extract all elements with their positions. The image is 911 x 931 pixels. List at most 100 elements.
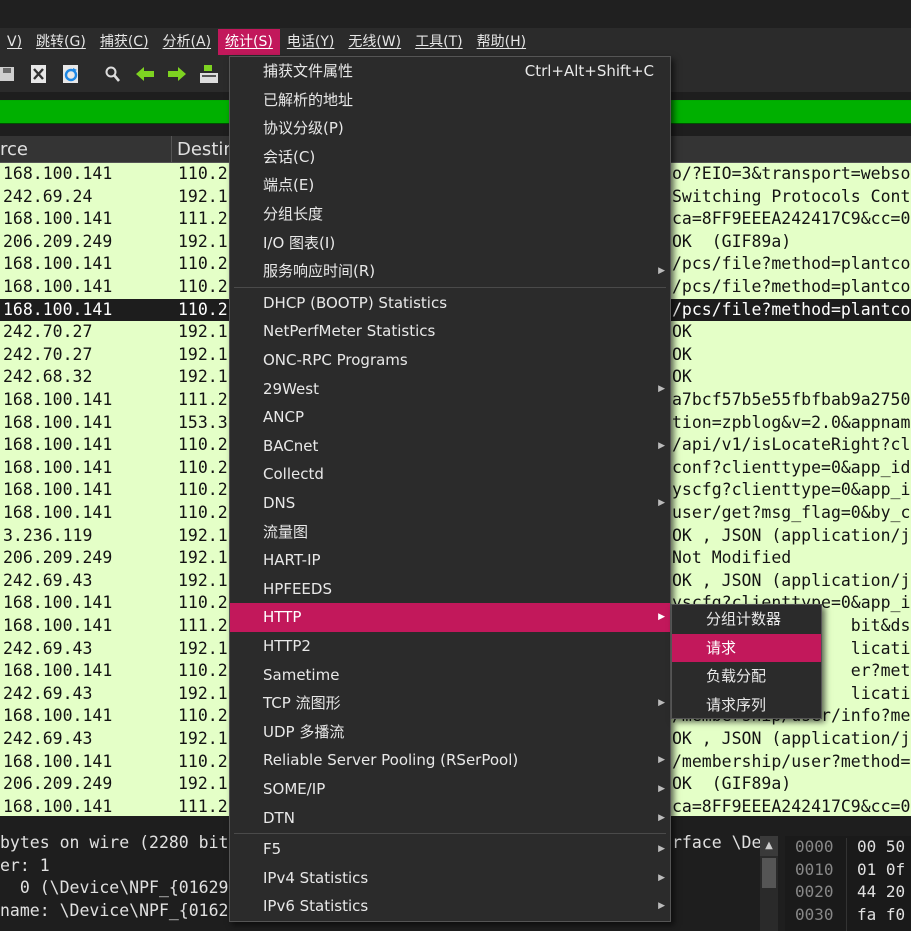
packet-destination: 110.2	[178, 457, 228, 477]
menu-item-label: 流量图	[263, 522, 309, 541]
detail-text: name: \Device\NPF_{0162	[0, 900, 229, 920]
menu-7[interactable]: 工具(T)	[408, 29, 469, 55]
hex-offset: 0010	[795, 859, 834, 879]
menu-item[interactable]: DNS ▶	[230, 489, 670, 518]
menu-item[interactable]: HTTP ▶	[230, 603, 670, 632]
column-destination-header[interactable]: Destin	[177, 139, 235, 160]
menu-6[interactable]: 无线(W)	[341, 29, 408, 55]
menu-item[interactable]: 流量图	[230, 518, 670, 547]
submenu-item[interactable]: 请求	[672, 633, 821, 662]
packet-destination: 110.2	[178, 593, 228, 613]
packet-info: OK , JSON (application/j	[672, 525, 911, 545]
menu-8[interactable]: 帮助(H)	[470, 29, 533, 55]
menu-item[interactable]: 会话(C)	[230, 143, 670, 172]
menu-item[interactable]: TCP 流图形 ▶	[230, 689, 670, 718]
menu-item[interactable]: I/O 图表(I)	[230, 229, 670, 258]
menu-item-label: TCP 流图形	[263, 694, 341, 713]
packet-source: 206.209.249	[3, 774, 113, 794]
packet-destination: 192.1	[178, 638, 228, 658]
menu-1[interactable]: 跳转(G)	[29, 29, 93, 55]
forward-arrow-icon[interactable]	[164, 61, 190, 87]
menu-3[interactable]: 分析(A)	[156, 29, 219, 55]
detail-text-right: rface \De	[672, 833, 762, 852]
packet-bytes-pane[interactable]: 0000 00 50 0010 01 0f 0020 44 20 0030 fa f0	[785, 836, 911, 931]
menu-item[interactable]: SOME/IP ▶	[230, 775, 670, 804]
menu-item[interactable]: HART-IP	[230, 546, 670, 575]
packet-source: 206.209.249	[3, 231, 113, 251]
menu-2[interactable]: 捕获(C)	[93, 29, 156, 55]
column-divider[interactable]	[171, 136, 172, 163]
menu-item-label: 29West	[263, 379, 319, 398]
menu-item-label: 会话(C)	[263, 147, 316, 166]
submenu-item-label: 负载分配	[706, 667, 767, 685]
go-to-packet-icon[interactable]	[196, 61, 222, 87]
menu-item[interactable]: NetPerfMeter Statistics	[230, 317, 670, 346]
reload-icon[interactable]	[58, 61, 84, 87]
menu-item-label: DNS	[263, 494, 296, 512]
menu-item[interactable]: Reliable Server Pooling (RSerPool) ▶	[230, 746, 670, 775]
menu-item[interactable]: F5 ▶	[230, 835, 670, 864]
menu-item[interactable]: ONC-RPC Programs	[230, 346, 670, 375]
hex-offset: 0020	[795, 882, 834, 901]
menu-item[interactable]: 捕获文件属性 Ctrl+Alt+Shift+C	[230, 57, 670, 86]
column-source-header[interactable]: rce	[0, 139, 28, 160]
menu-item[interactable]: BACnet ▶	[230, 432, 670, 461]
menu-item-label: ONC-RPC Programs	[263, 351, 408, 369]
menu-item[interactable]: DTN ▶	[230, 804, 670, 833]
packet-source: 242.70.27	[3, 344, 93, 364]
packet-source: 168.100.141	[3, 616, 113, 635]
menu-item[interactable]: 已解析的地址	[230, 86, 670, 115]
packet-destination: 111.2	[178, 390, 228, 409]
menu-item[interactable]: 29West ▶	[230, 375, 670, 404]
menu-item[interactable]: 端点(E)	[230, 171, 670, 200]
hex-offset: 0030	[795, 904, 834, 924]
packet-source: 168.100.141	[3, 706, 113, 726]
menu-item[interactable]: UDP 多播流	[230, 718, 670, 747]
find-icon[interactable]	[100, 61, 126, 87]
back-arrow-icon[interactable]	[132, 61, 158, 87]
packet-source: 168.100.141	[3, 412, 113, 432]
menu-item[interactable]: HPFEEDS	[230, 575, 670, 604]
menu-item-shortcut: Ctrl+Alt+Shift+C	[524, 62, 654, 80]
menu-item[interactable]: IPv4 Statistics ▶	[230, 864, 670, 893]
scroll-up-icon[interactable]: ▲	[760, 836, 778, 856]
menu-item[interactable]: HTTP2	[230, 632, 670, 661]
packet-source: 168.100.141	[3, 661, 113, 681]
packet-destination: 111.2	[178, 209, 228, 229]
menu-item[interactable]: Sametime	[230, 661, 670, 690]
details-scrollbar[interactable]: ▲	[760, 836, 778, 931]
menu-item[interactable]: 服务响应时间(R) ▶	[230, 257, 670, 286]
packet-info: ca=8FF9EEEA242417C9&cc=0	[672, 209, 911, 229]
submenu-item[interactable]: 分组计数器	[672, 605, 821, 634]
submenu-arrow-icon: ▶	[658, 383, 665, 394]
menu-item-label: IPv4 Statistics	[263, 868, 369, 887]
menu-item[interactable]: 分组长度	[230, 200, 670, 229]
menu-5[interactable]: 电话(Y)	[280, 29, 341, 55]
menu-4[interactable]: 统计(S)	[218, 29, 280, 55]
http-submenu: 分组计数器 请求负载分配请求序列	[671, 604, 822, 719]
submenu-item[interactable]: 请求序列	[672, 691, 821, 720]
submenu-item[interactable]: 负载分配	[672, 662, 821, 691]
packet-destination: 192.1	[178, 322, 228, 342]
menu-item-label: Reliable Server Pooling (RSerPool)	[263, 751, 519, 770]
menu-item[interactable]: DHCP (BOOTP) Statistics	[230, 289, 670, 318]
menu-0[interactable]: V)	[0, 29, 29, 55]
scroll-thumb[interactable]	[762, 858, 776, 888]
packet-source: 168.100.141	[3, 254, 113, 274]
menu-item[interactable]: Collectd	[230, 460, 670, 489]
packet-info: OK (GIF89a)	[672, 231, 792, 251]
hex-line: 0010 01 0f	[785, 859, 911, 882]
menu-item[interactable]: ANCP	[230, 403, 670, 432]
packet-info: OK	[672, 322, 692, 342]
close-file-icon[interactable]	[26, 61, 52, 87]
packet-destination: 110.2	[178, 706, 228, 726]
menu-item[interactable]: 协议分级(P)	[230, 114, 670, 143]
packet-source: 242.69.43	[3, 570, 93, 590]
hex-line: 0030 fa f0	[785, 904, 911, 927]
submenu-arrow-icon: ▶	[658, 784, 665, 794]
packet-source: 168.100.141	[3, 593, 113, 613]
menu-item-label: UDP 多播流	[263, 722, 345, 741]
hex-line: 0000 00 50	[785, 836, 911, 859]
menu-item[interactable]: IPv6 Statistics ▶	[230, 892, 670, 921]
save-icon[interactable]	[0, 61, 20, 87]
